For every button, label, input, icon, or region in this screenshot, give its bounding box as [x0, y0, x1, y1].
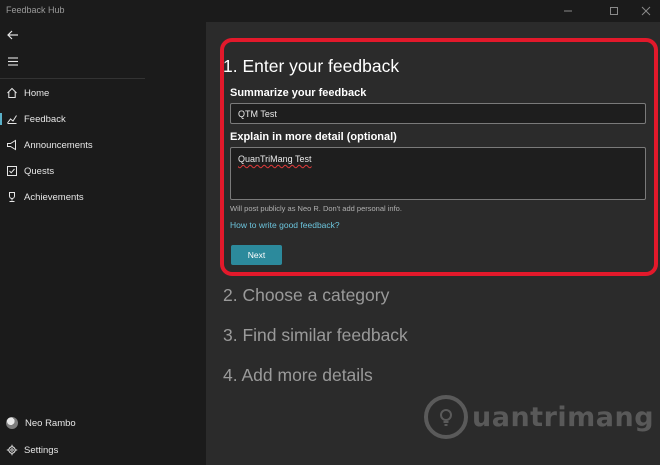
- sidebar-divider: [0, 78, 145, 79]
- hamburger-icon: [8, 57, 18, 66]
- summary-label: Summarize your feedback: [230, 87, 367, 99]
- sidebar-item-quests[interactable]: Quests: [0, 159, 206, 183]
- summary-input[interactable]: QTM Test: [230, 103, 646, 124]
- sidebar-item-home[interactable]: Home: [0, 81, 206, 105]
- app-title: Feedback Hub: [6, 5, 65, 15]
- main-content: 1. Enter your feedback Summarize your fe…: [206, 22, 660, 465]
- lightbulb-icon: [424, 395, 468, 439]
- minimize-icon: [564, 10, 572, 12]
- step2-title[interactable]: 2. Choose a category: [223, 285, 389, 306]
- home-icon: [0, 87, 24, 99]
- menu-button[interactable]: [4, 52, 22, 70]
- user-account[interactable]: Neo Rambo: [0, 411, 206, 435]
- quests-icon: [0, 165, 24, 177]
- avatar: [6, 417, 18, 429]
- trophy-icon: [0, 191, 24, 203]
- maximize-icon: [610, 7, 618, 15]
- sidebar-item-announcements[interactable]: Announcements: [0, 133, 206, 157]
- sidebar-item-label: Achievements: [24, 191, 84, 203]
- detail-text: QuanTriMang Test: [238, 154, 312, 164]
- privacy-note: Will post publicly as Neo R. Don't add p…: [230, 204, 402, 213]
- sidebar-item-label: Home: [24, 87, 50, 99]
- watermark: uantrimang: [424, 395, 654, 439]
- next-button[interactable]: Next: [231, 245, 282, 265]
- detail-textarea[interactable]: QuanTriMang Test: [230, 147, 646, 200]
- step4-title[interactable]: 4. Add more details: [223, 365, 373, 386]
- step3-title[interactable]: 3. Find similar feedback: [223, 325, 408, 346]
- sidebar: Home Feedback Announcements Quests Achie…: [0, 22, 206, 465]
- watermark-text: uantrimang: [472, 401, 655, 433]
- detail-label: Explain in more detail (optional): [230, 131, 397, 143]
- maximize-button[interactable]: [596, 0, 632, 22]
- sidebar-item-settings[interactable]: Settings: [0, 438, 206, 462]
- sidebar-item-label: Feedback: [24, 113, 66, 125]
- settings-label: Settings: [24, 444, 59, 456]
- megaphone-icon: [0, 139, 24, 151]
- title-bar: Feedback Hub: [0, 0, 660, 22]
- minimize-button[interactable]: [550, 0, 586, 22]
- close-icon: [641, 6, 651, 16]
- step1-title: 1. Enter your feedback: [223, 56, 400, 76]
- feedback-icon: [0, 113, 24, 125]
- sidebar-item-achievements[interactable]: Achievements: [0, 185, 206, 209]
- close-button[interactable]: [628, 0, 660, 22]
- sidebar-item-feedback[interactable]: Feedback: [0, 107, 206, 131]
- sidebar-item-label: Announcements: [24, 139, 93, 151]
- gear-icon: [0, 444, 24, 456]
- help-link[interactable]: How to write good feedback?: [230, 220, 340, 230]
- sidebar-item-label: Quests: [24, 165, 55, 177]
- back-button[interactable]: [4, 26, 22, 44]
- user-name: Neo Rambo: [25, 417, 76, 429]
- back-arrow-icon: [7, 30, 18, 40]
